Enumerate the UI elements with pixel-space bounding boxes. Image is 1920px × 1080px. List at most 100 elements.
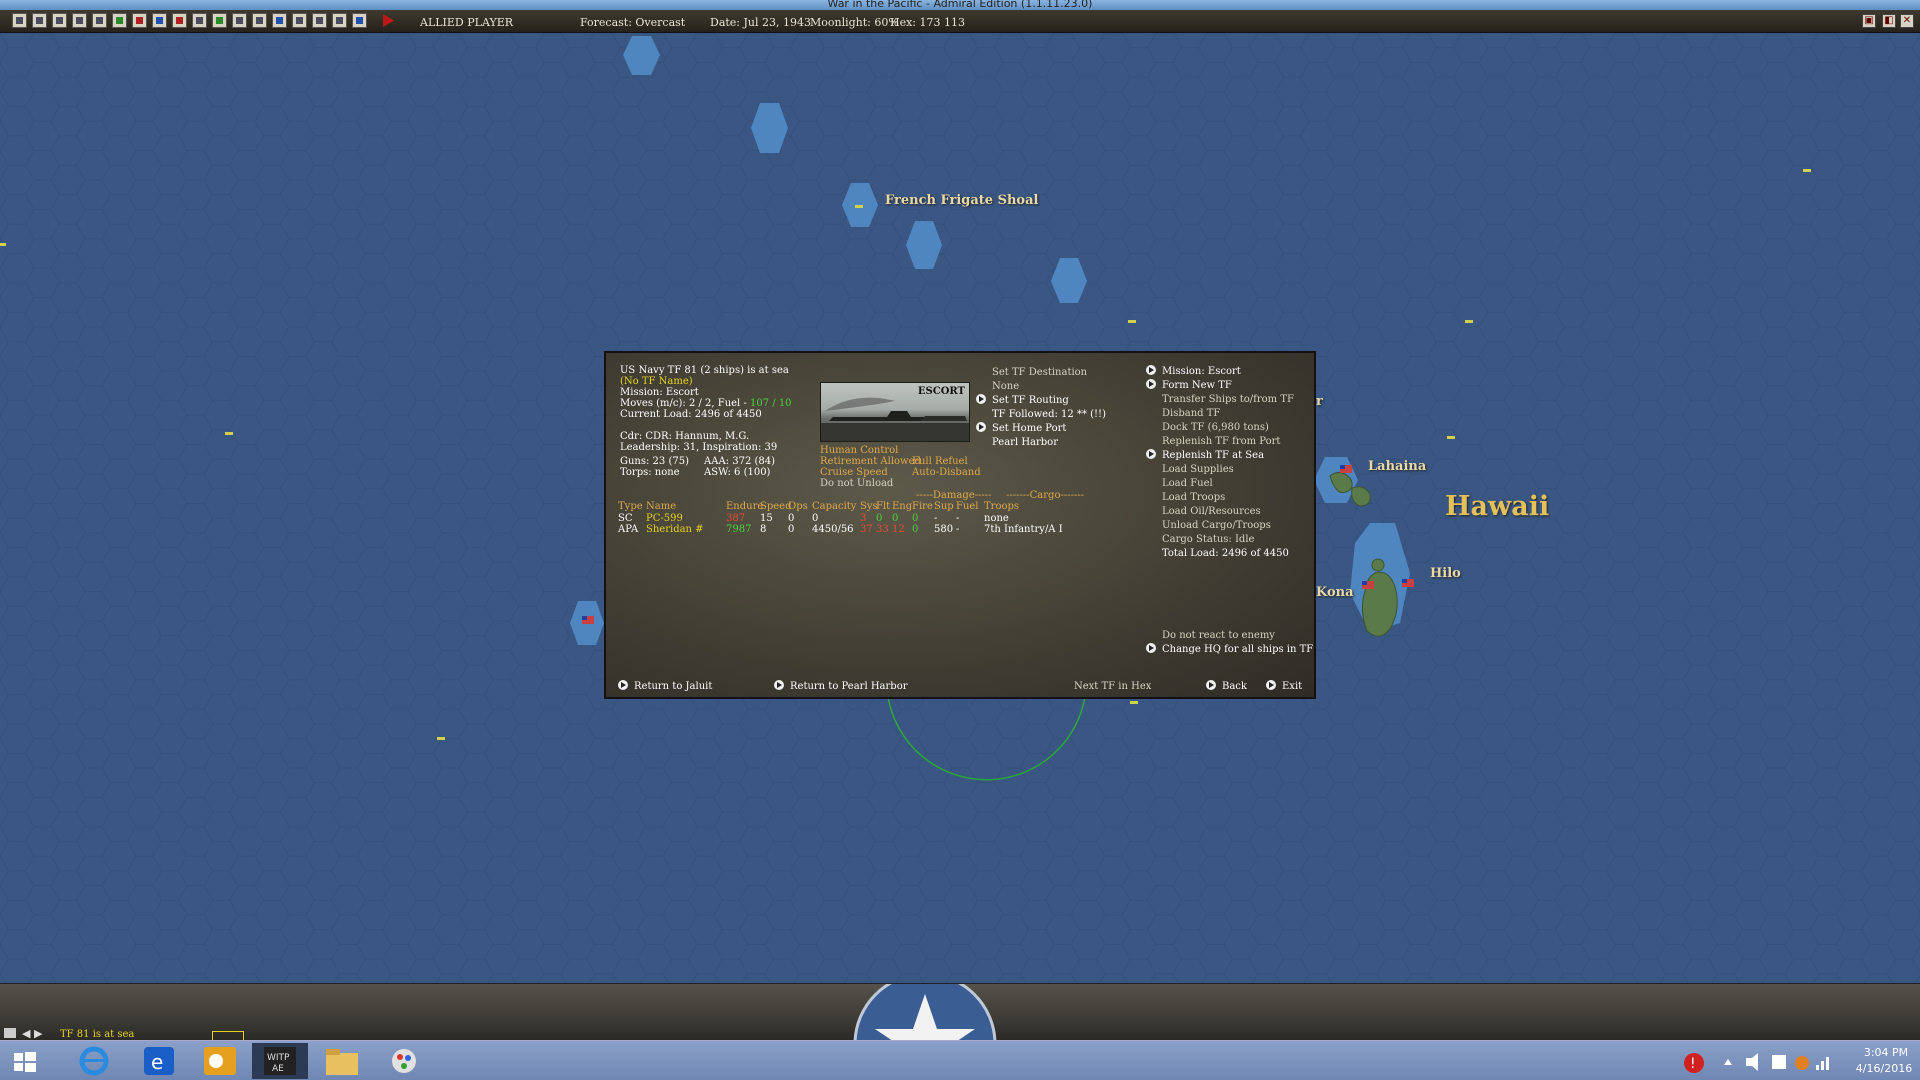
tf-commander[interactable]: Cdr: CDR: Hannum, M.G. xyxy=(620,431,749,442)
table-header-endure[interactable]: Endure xyxy=(726,501,763,512)
allied-star-emblem xyxy=(853,984,997,1041)
clock-date[interactable]: 4/16/2016 xyxy=(1852,1062,1916,1075)
task-force-panel: US Navy TF 81 (2 ships) is at sea (No TF… xyxy=(604,351,1316,699)
air-icon[interactable] xyxy=(132,13,147,28)
witp-ae-icon[interactable]: WITPAE xyxy=(252,1043,308,1079)
table-header-speed[interactable]: Speed xyxy=(760,501,792,512)
routing-arrow-icon[interactable] xyxy=(976,394,986,404)
setting-unload[interactable]: Do not Unload xyxy=(820,478,893,489)
set-home-port-button[interactable]: Set Home Port xyxy=(992,423,1066,434)
set-routing-button[interactable]: Set TF Routing xyxy=(992,395,1069,406)
load-troops-button[interactable]: Load Troops xyxy=(1162,492,1225,503)
change-hq-button[interactable]: Change HQ for all ships in TF xyxy=(1162,644,1313,655)
report-icon[interactable] xyxy=(332,13,347,28)
table-header-capacity[interactable]: Capacity xyxy=(812,501,856,512)
file-explorer-icon[interactable] xyxy=(314,1043,370,1079)
end-turn-icon[interactable] xyxy=(380,13,395,28)
moonlight-label: Moonlight: 60% xyxy=(810,16,899,29)
settings-icon[interactable] xyxy=(352,13,367,28)
ob-icon[interactable] xyxy=(312,13,327,28)
no-react-toggle[interactable]: Do not react to enemy xyxy=(1162,630,1275,641)
close-icon[interactable]: ✕ xyxy=(1900,14,1914,28)
next-tf-button[interactable]: Next TF in Hex xyxy=(1074,681,1151,692)
intel-icon[interactable] xyxy=(292,13,307,28)
status-arrows[interactable]: ◀ ▶ xyxy=(22,1027,42,1040)
star-icon[interactable] xyxy=(112,13,127,28)
windows-start-icon[interactable] xyxy=(4,1043,44,1079)
back-arrow-icon[interactable] xyxy=(1206,680,1216,690)
mission-arrow-icon[interactable] xyxy=(1146,365,1156,375)
clock-time[interactable]: 3:04 PM xyxy=(1856,1046,1916,1059)
table-cell-name[interactable]: PC-599 xyxy=(646,513,683,524)
return-pearl-arrow-icon[interactable] xyxy=(774,680,784,690)
replenish-sea-button[interactable]: Replenish TF at Sea xyxy=(1162,450,1264,461)
map-icon[interactable] xyxy=(12,13,27,28)
setting-human-control[interactable]: Human Control xyxy=(820,445,898,456)
sub-icon[interactable] xyxy=(232,13,247,28)
load-fuel-button[interactable]: Load Fuel xyxy=(1162,478,1213,489)
fleet-icon[interactable] xyxy=(252,13,267,28)
internet-explorer-icon[interactable] xyxy=(66,1043,122,1079)
browser-icon[interactable]: e xyxy=(130,1043,186,1079)
setting-refuel[interactable]: Full Refuel xyxy=(912,456,968,467)
status-nav-icon[interactable] xyxy=(4,1028,16,1038)
form-new-tf-button[interactable]: Form New TF xyxy=(1162,380,1232,391)
system-tray-icons[interactable]: ! xyxy=(1680,1049,1830,1075)
setting-retirement[interactable]: Retirement Allowed xyxy=(820,456,921,467)
setting-cruise-speed[interactable]: Cruise Speed xyxy=(820,467,888,478)
table-cell-fuel: - xyxy=(956,524,960,535)
tf-name[interactable]: (No TF Name) xyxy=(620,376,693,387)
table-header-type[interactable]: Type xyxy=(618,501,643,512)
load-oil-button[interactable]: Load Oil/Resources xyxy=(1162,506,1261,517)
ship-icon[interactable] xyxy=(72,13,87,28)
unload-cargo-button[interactable]: Unload Cargo/Troops xyxy=(1162,520,1271,531)
table-cell-name[interactable]: Sheridan # xyxy=(646,524,704,535)
damage-group-header: -----Damage----- xyxy=(916,490,992,501)
transfer-ships-button[interactable]: Transfer Ships to/from TF xyxy=(1162,394,1294,405)
table-header-flt[interactable]: Flt xyxy=(876,501,890,512)
fuel-value: 107 / 10 xyxy=(750,398,792,409)
set-destination-label[interactable]: Set TF Destination xyxy=(992,367,1087,378)
setting-disband[interactable]: Auto-Disband xyxy=(912,467,981,478)
back-button[interactable]: Back xyxy=(1222,681,1247,692)
exit-arrow-icon[interactable] xyxy=(1266,680,1276,690)
plane-icon[interactable] xyxy=(152,13,167,28)
table-header-name[interactable]: Name xyxy=(646,501,676,512)
paint-icon[interactable] xyxy=(376,1043,432,1079)
load-supplies-button[interactable]: Load Supplies xyxy=(1162,464,1234,475)
table-header-sys[interactable]: Sys xyxy=(860,501,878,512)
mission-image-label: ESCORT xyxy=(917,386,965,397)
table-cell-eng: 12 xyxy=(892,524,905,535)
unit-icon[interactable] xyxy=(192,13,207,28)
globe-icon[interactable] xyxy=(272,13,287,28)
cargo-group-header: -------Cargo------- xyxy=(1006,490,1085,501)
outlook-icon[interactable] xyxy=(192,1043,248,1079)
replenish-sea-arrow-icon[interactable] xyxy=(1146,449,1156,459)
minimize-icon[interactable]: ▣ xyxy=(1862,14,1876,28)
table-header-fire[interactable]: Fire xyxy=(912,501,933,512)
change-hq-arrow-icon[interactable] xyxy=(1146,643,1156,653)
info-icon[interactable] xyxy=(92,13,107,28)
form-tf-arrow-icon[interactable] xyxy=(1146,379,1156,389)
homeport-arrow-icon[interactable] xyxy=(976,422,986,432)
base-icon[interactable] xyxy=(52,13,67,28)
table-cell-sup: - xyxy=(934,513,938,524)
table-header-eng[interactable]: Eng xyxy=(892,501,912,512)
disband-tf-button[interactable]: Disband TF xyxy=(1162,408,1220,419)
return-jaluit-arrow-icon[interactable] xyxy=(618,680,628,690)
table-header-sup[interactable]: Sup xyxy=(934,501,954,512)
table-cell-sup: 580 xyxy=(934,524,954,535)
mission-button[interactable]: Mission: Escort xyxy=(1162,366,1241,377)
table-header-ops[interactable]: Ops xyxy=(788,501,808,512)
replenish-port-button[interactable]: Replenish TF from Port xyxy=(1162,436,1280,447)
return-jaluit-button[interactable]: Return to Jaluit xyxy=(634,681,712,692)
land-icon[interactable] xyxy=(212,13,227,28)
list-icon[interactable] xyxy=(32,13,47,28)
flag-icon[interactable] xyxy=(172,13,187,28)
return-pearl-button[interactable]: Return to Pearl Harbor xyxy=(790,681,908,692)
restore-icon[interactable]: ◧ xyxy=(1882,14,1896,28)
dock-tf-button[interactable]: Dock TF (6,980 tons) xyxy=(1162,422,1269,433)
table-header-fuel[interactable]: Fuel xyxy=(956,501,979,512)
exit-button[interactable]: Exit xyxy=(1282,681,1302,692)
table-header-troops[interactable]: Troops xyxy=(984,501,1019,512)
